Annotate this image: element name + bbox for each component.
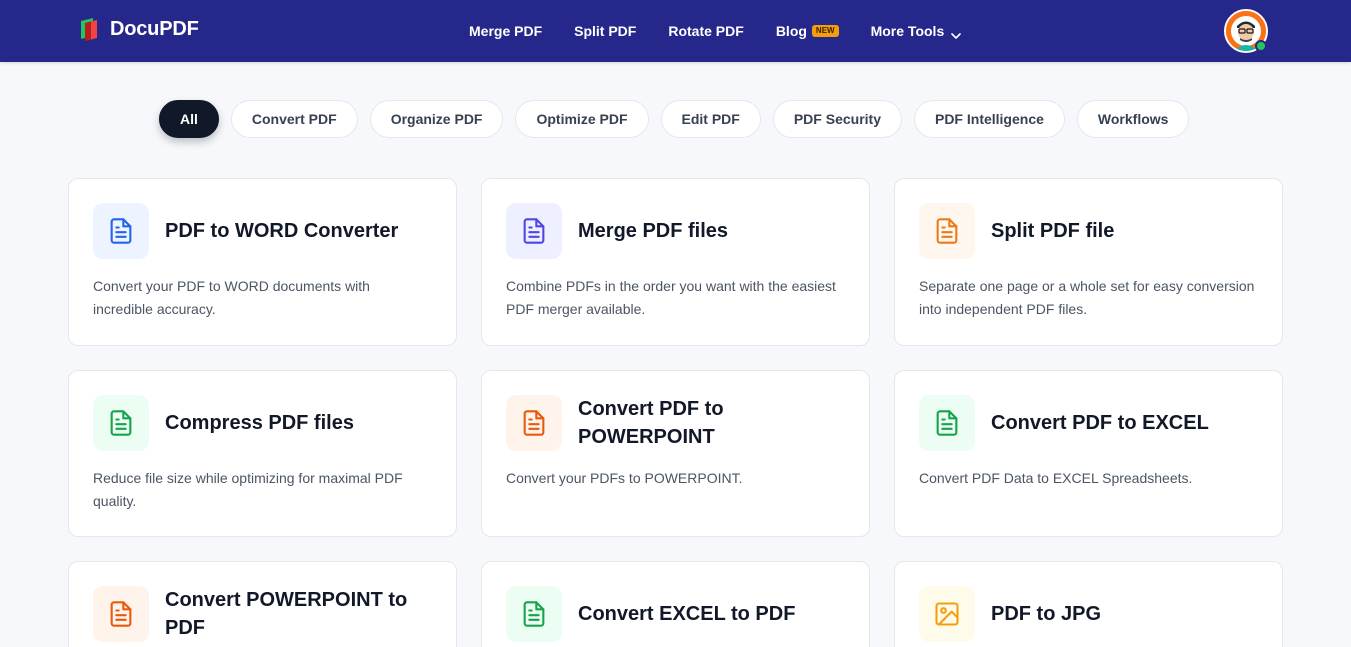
card-description: Convert your PDF to WORD documents with … bbox=[93, 278, 370, 317]
card-title: Convert PDF to EXCEL bbox=[991, 412, 1209, 434]
nav-merge-pdf-label: Merge PDF bbox=[469, 23, 543, 39]
tool-card-pdf-to-word[interactable]: PDF to WORD Converter Convert your PDF t… bbox=[68, 178, 457, 346]
category-filters: All Convert PDF Organize PDF Optimize PD… bbox=[159, 100, 1190, 138]
tool-card-compress-pdf[interactable]: Compress PDF files Reduce file size whil… bbox=[68, 370, 457, 537]
nav-more-tools[interactable]: More Tools bbox=[870, 23, 962, 39]
filter-all[interactable]: All bbox=[159, 100, 219, 138]
nav-split-pdf-label: Split PDF bbox=[574, 23, 637, 39]
card-title: Convert EXCEL to PDF bbox=[578, 603, 796, 625]
chevron-down-icon bbox=[951, 27, 962, 39]
card-title: PDF to JPG bbox=[991, 603, 1102, 625]
nav-split-pdf[interactable]: Split PDF bbox=[574, 23, 636, 39]
main-nav: Merge PDF Split PDF Rotate PDF Blog NEW … bbox=[469, 0, 962, 62]
document-icon bbox=[506, 395, 562, 451]
card-title: Compress PDF files bbox=[165, 412, 354, 434]
filter-pdf-security[interactable]: PDF Security bbox=[772, 100, 902, 138]
filter-workflows[interactable]: Workflows bbox=[1076, 100, 1190, 138]
document-icon bbox=[93, 203, 149, 259]
nav-blog[interactable]: Blog NEW bbox=[776, 23, 839, 39]
brand-logo[interactable]: DocuPDF bbox=[79, 17, 199, 41]
card-title: Convert PDF to POWERPOINT bbox=[578, 398, 724, 448]
card-description: Reduce file size while optimizing for ma… bbox=[93, 470, 403, 509]
nav-rotate-pdf[interactable]: Rotate PDF bbox=[668, 23, 743, 39]
document-icon bbox=[919, 395, 975, 451]
card-title: Split PDF file bbox=[991, 220, 1115, 242]
document-icon bbox=[506, 586, 562, 642]
tool-card-merge-pdf[interactable]: Merge PDF files Combine PDFs in the orde… bbox=[481, 178, 870, 346]
document-icon bbox=[919, 203, 975, 259]
tool-card-excel-to-pdf[interactable]: Convert EXCEL to PDF bbox=[481, 561, 870, 647]
card-title: Merge PDF files bbox=[578, 220, 729, 242]
tool-card-pdf-to-jpg[interactable]: PDF to JPG bbox=[894, 561, 1283, 647]
filter-organize-pdf[interactable]: Organize PDF bbox=[369, 100, 504, 138]
filter-optimize-pdf[interactable]: Optimize PDF bbox=[515, 100, 649, 138]
tool-card-split-pdf[interactable]: Split PDF file Separate one page or a wh… bbox=[894, 178, 1283, 346]
tool-card-pdf-to-powerpoint[interactable]: Convert PDF to POWERPOINT Convert your P… bbox=[481, 370, 870, 537]
tool-card-pdf-to-excel[interactable]: Convert PDF to EXCEL Convert PDF Data to… bbox=[894, 370, 1283, 537]
filter-convert-pdf[interactable]: Convert PDF bbox=[230, 100, 358, 138]
card-description: Convert your PDFs to POWERPOINT. bbox=[506, 470, 743, 486]
card-description: Separate one page or a whole set for eas… bbox=[919, 278, 1255, 317]
document-icon bbox=[93, 586, 149, 642]
nav-more-tools-label: More Tools bbox=[870, 23, 945, 39]
card-title: PDF to WORD Converter bbox=[165, 220, 399, 242]
top-navbar: DocuPDF Merge PDF Split PDF Rotate PDF B… bbox=[0, 0, 1351, 62]
card-description: Combine PDFs in the order you want with … bbox=[506, 278, 836, 317]
card-title: Convert POWERPOINT to PDF bbox=[165, 589, 408, 639]
nav-merge-pdf[interactable]: Merge PDF bbox=[469, 23, 542, 39]
filter-pdf-intelligence[interactable]: PDF Intelligence bbox=[913, 100, 1065, 138]
image-icon bbox=[919, 586, 975, 642]
document-icon bbox=[93, 395, 149, 451]
nav-blog-label: Blog bbox=[775, 23, 807, 39]
tool-card-powerpoint-to-pdf[interactable]: Convert POWERPOINT to PDF bbox=[68, 561, 457, 647]
brand-name: DocuPDF bbox=[110, 17, 199, 40]
new-badge: NEW bbox=[811, 25, 839, 37]
card-description: Convert PDF Data to EXCEL Spreadsheets. bbox=[919, 470, 1193, 486]
logo-icon bbox=[79, 17, 101, 41]
online-status-dot bbox=[1255, 40, 1267, 52]
document-icon bbox=[506, 203, 562, 259]
filter-edit-pdf[interactable]: Edit PDF bbox=[660, 100, 761, 138]
nav-rotate-pdf-label: Rotate PDF bbox=[668, 23, 744, 39]
